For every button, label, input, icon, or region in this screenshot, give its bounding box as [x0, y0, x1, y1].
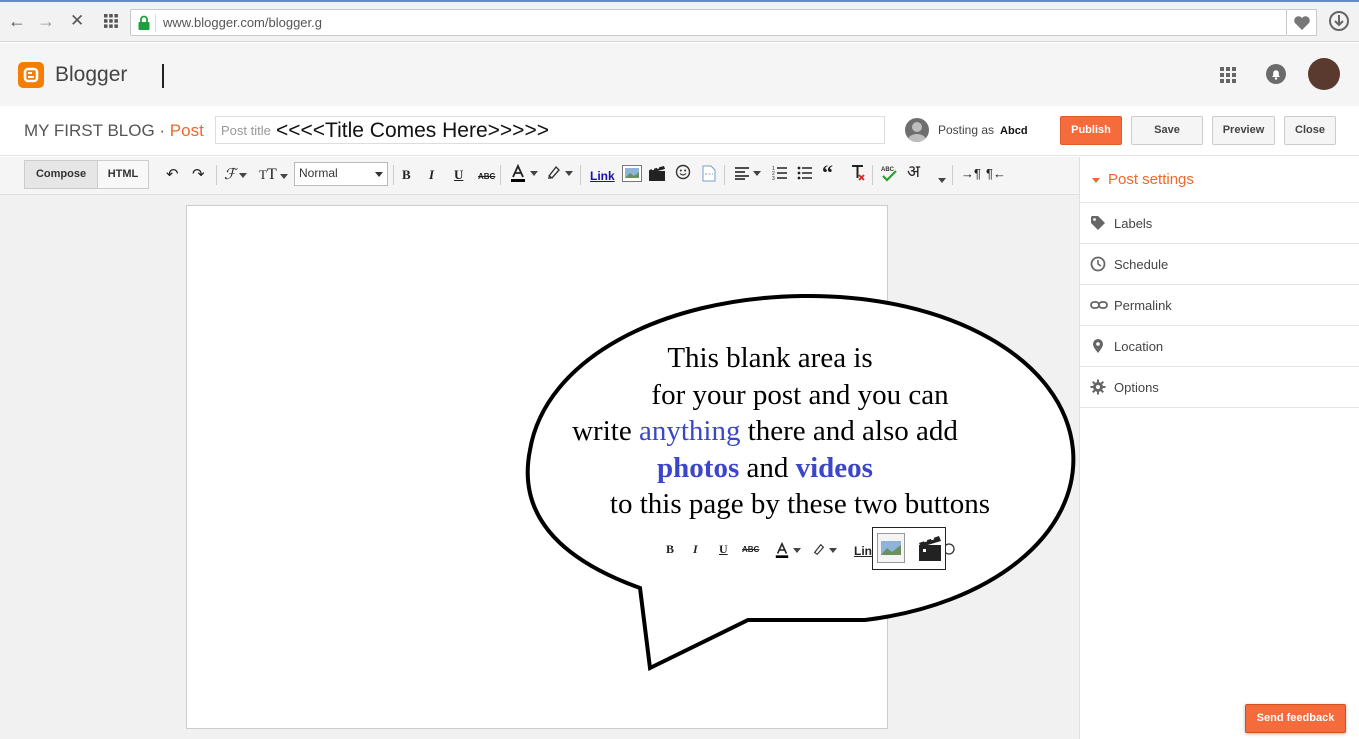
location-pin-icon	[1090, 338, 1106, 354]
notifications-bell-icon[interactable]	[1265, 63, 1287, 90]
link-icon	[1090, 297, 1108, 313]
format-select[interactable]: Normal	[294, 162, 388, 186]
sidebar-item-labels[interactable]: Labels	[1080, 203, 1359, 244]
strikethrough-button[interactable]: ABC	[478, 168, 495, 186]
post-settings-header[interactable]: Post settings	[1080, 157, 1359, 203]
insert-image-icon[interactable]	[622, 165, 642, 187]
html-mode-button[interactable]: HTML	[97, 160, 149, 189]
font-size-icon[interactable]: TT	[259, 166, 288, 184]
post-title-placeholder: Post title	[221, 123, 271, 138]
jump-break-icon[interactable]	[701, 165, 717, 187]
sidebar-item-permalink[interactable]: Permalink	[1080, 285, 1359, 326]
app-header: Blogger	[0, 43, 1359, 106]
poster-avatar	[905, 118, 929, 142]
lock-icon	[137, 15, 151, 31]
ltr-direction-icon[interactable]: →¶	[961, 165, 981, 183]
posting-as-name[interactable]: Abcd	[1000, 125, 1028, 137]
insert-image-icon	[877, 533, 905, 568]
chevron-down-icon	[938, 177, 946, 183]
caret-down-icon	[1092, 178, 1100, 183]
highlighted-media-buttons	[872, 527, 946, 570]
mini-strike-icon: ABC	[742, 545, 760, 554]
gear-icon	[1090, 379, 1106, 395]
insert-video-icon	[917, 534, 943, 567]
redo-icon[interactable]: ↷	[192, 166, 205, 184]
link-button[interactable]: Link	[590, 167, 615, 185]
post-title-bar: MY FIRST BLOG · Post Post title <<<<Titl…	[0, 106, 1359, 156]
mini-italic-icon: I	[693, 542, 698, 556]
section-label: Post	[169, 121, 204, 140]
spellcheck-icon[interactable]: ABC	[880, 164, 898, 187]
preview-button[interactable]: Preview	[1212, 116, 1275, 145]
address-bar[interactable]: www.blogger.com/blogger.g	[130, 9, 1287, 36]
post-title-value[interactable]: <<<<Title Comes Here>>>>>	[276, 119, 549, 143]
apps-grid-icon[interactable]	[1219, 66, 1237, 89]
sidebar-item-location[interactable]: Location	[1080, 326, 1359, 367]
tag-icon	[1090, 215, 1106, 231]
clock-icon	[1090, 256, 1106, 272]
save-button[interactable]: Save	[1131, 116, 1203, 145]
underline-button[interactable]: U	[454, 166, 463, 184]
browser-toolbar: ← → ✕ www.blogger.com/blogger.g	[0, 0, 1359, 42]
send-feedback-button[interactable]: Send feedback	[1245, 704, 1346, 733]
blogger-logo-icon[interactable]	[18, 62, 44, 88]
input-tools-button[interactable]: अ	[907, 163, 920, 181]
blog-name[interactable]: MY FIRST BLOG	[24, 121, 155, 140]
mini-underline-icon: U	[719, 542, 728, 556]
url-text: www.blogger.com/blogger.g	[163, 15, 322, 30]
clear-formatting-icon[interactable]	[849, 164, 866, 186]
italic-button[interactable]: I	[429, 166, 434, 184]
back-icon[interactable]: ←	[8, 10, 26, 32]
app-name[interactable]: Blogger	[55, 63, 127, 87]
mini-text-color-icon	[774, 541, 801, 562]
sidebar-item-schedule[interactable]: Schedule	[1080, 244, 1359, 285]
bold-button[interactable]: B	[402, 166, 411, 184]
font-family-icon[interactable]: ℱ	[224, 166, 247, 184]
insert-video-icon[interactable]	[648, 165, 666, 187]
download-icon[interactable]	[1328, 10, 1350, 37]
svg-text:ABC: ABC	[881, 167, 895, 173]
svg-text:3: 3	[772, 176, 775, 181]
rtl-direction-icon[interactable]: ¶←	[986, 165, 1006, 183]
stop-loading-icon[interactable]: ✕	[70, 10, 84, 32]
account-avatar[interactable]	[1308, 58, 1340, 90]
compose-mode-button[interactable]: Compose	[24, 160, 98, 189]
emoji-icon[interactable]	[675, 164, 691, 185]
mini-bold-icon: B	[666, 542, 675, 556]
close-button[interactable]: Close	[1284, 116, 1336, 145]
post-settings-sidebar: Post settings Labels Schedule Permalink …	[1079, 157, 1359, 739]
text-color-icon[interactable]	[509, 163, 538, 187]
mini-link-text: Lin	[854, 544, 872, 558]
quote-icon[interactable]: “	[822, 162, 833, 184]
bulleted-list-icon[interactable]	[797, 165, 813, 186]
bubble-callout-text: This blank area is for your post and you…	[572, 342, 991, 520]
align-icon[interactable]	[734, 166, 761, 185]
numbered-list-icon[interactable]: 123	[772, 165, 788, 186]
input-tools-dropdown[interactable]	[935, 171, 946, 189]
mini-highlight-icon	[812, 541, 837, 560]
editor-toolbar: Compose HTML ↶ ↷ ℱ TT Normal B I U ABC L…	[0, 157, 1079, 195]
forward-icon[interactable]: →	[37, 10, 55, 32]
heart-icon	[1294, 16, 1310, 30]
blog-breadcrumb: MY FIRST BLOG · Post	[24, 121, 204, 140]
publish-button[interactable]: Publish	[1060, 116, 1122, 145]
bookmark-heart-button[interactable]	[1287, 9, 1317, 36]
apps-icon[interactable]	[103, 12, 119, 34]
sidebar-item-options[interactable]: Options	[1080, 367, 1359, 408]
posting-as: Posting as Abcd	[938, 123, 1028, 137]
highlight-color-icon[interactable]	[546, 164, 573, 185]
post-title-input[interactable]: Post title <<<<Title Comes Here>>>>>	[215, 116, 885, 144]
undo-icon[interactable]: ↶	[166, 166, 179, 184]
chevron-down-icon	[375, 172, 383, 177]
